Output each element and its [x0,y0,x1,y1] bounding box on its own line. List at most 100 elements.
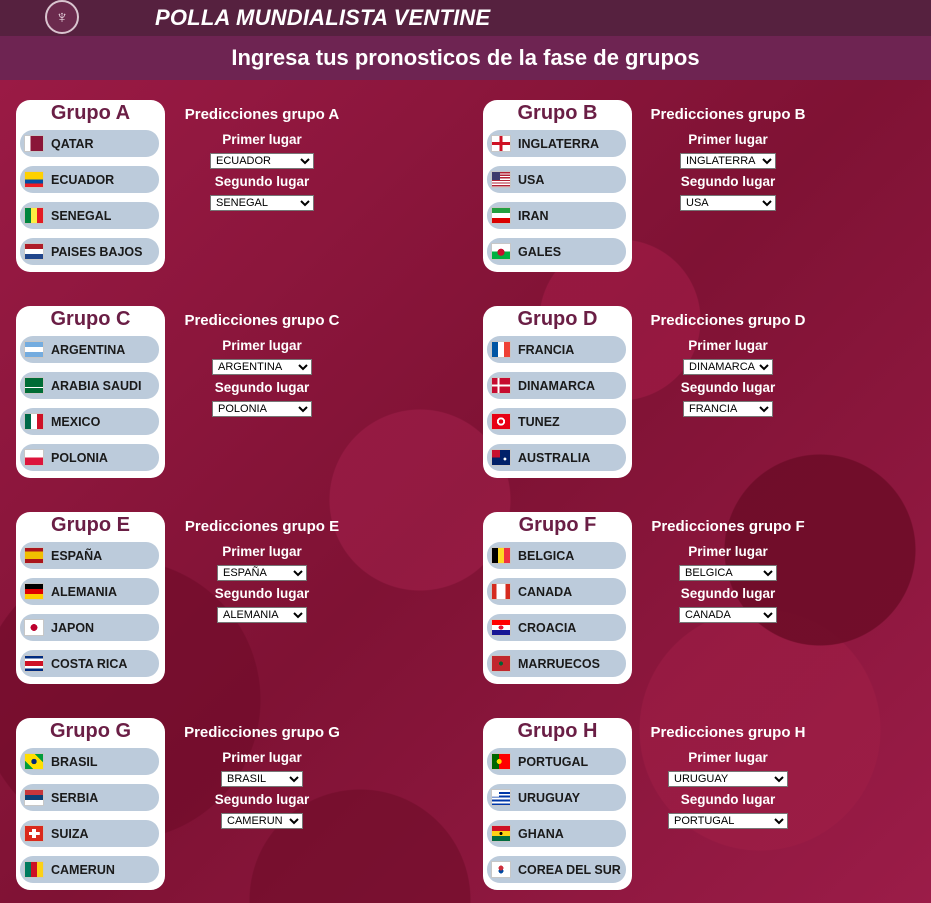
second-place-select[interactable]: ALEMANIA [217,607,307,623]
predictions-title: Predicciones grupo C [184,312,340,329]
team-row: IRAN [487,202,626,229]
second-place-label: Segundo lugar [680,380,776,395]
team-row: URUGUAY [487,784,626,811]
group-title: Grupo C [50,308,131,330]
second-place-label: Segundo lugar [214,792,310,807]
first-place-select[interactable]: ESPAÑA [217,565,307,581]
first-place-select[interactable]: DINAMARCA [683,359,773,375]
team-row: TUNEZ [487,408,626,435]
second-place-select[interactable]: FRANCIA [683,401,773,417]
team-name: CANADA [518,584,573,599]
uruguay-flag-icon [491,789,511,806]
second-place-select[interactable]: PORTUGAL [668,813,788,829]
team-row: INGLATERRA [487,130,626,157]
tunisia-flag-icon [491,413,511,430]
team-row: CAMERUN [20,856,159,883]
group-title: Grupo G [49,720,132,742]
team-row: GHANA [487,820,626,847]
team-row: ECUADOR [20,166,159,193]
team-row: COREA DEL SUR [487,856,626,883]
team-name: CAMERUN [51,862,115,877]
first-place-label: Primer lugar [222,544,302,559]
subtitle-bar: Ingresa tus pronosticos de la fase de gr… [0,36,931,80]
predictions-panel: Predicciones grupo C Primer lugar ARGENTIN… [172,312,352,417]
second-place-select[interactable]: CANADA [679,607,777,623]
team-row: COSTA RICA [20,650,159,677]
predictions-title: Predicciones grupo A [184,106,340,123]
group-card: Grupo A QATAR ECUADOR SENEGAL PAISES BAJOS [16,100,165,272]
denmark-flag-icon [491,377,511,394]
predictions-panel: Predicciones grupo B Primer lugar INGLATER… [638,106,818,211]
team-name: BRASIL [51,754,98,769]
first-place-select[interactable]: INGLATERRA [680,153,776,169]
germany-flag-icon [24,583,44,600]
second-place-label: Segundo lugar [680,174,776,189]
first-place-select[interactable]: BRASIL [221,771,303,787]
team-name: PAISES BAJOS [51,244,143,259]
predictions-panel: Predicciones grupo D Primer lugar DINAMARC… [638,312,818,417]
serbia-flag-icon [24,789,44,806]
team-name: AUSTRALIA [518,450,591,465]
team-name: ESPAÑA [51,548,103,563]
top-bar: ♆ POLLA MUNDIALISTA VENTINE [0,0,931,36]
group-card: Grupo E ESPAÑA ALEMANIA JAPON COSTA RICA [16,512,165,684]
first-place-select[interactable]: BELGICA [679,565,777,581]
team-row: FRANCIA [487,336,626,363]
second-place-select[interactable]: CAMERUN [221,813,303,829]
spain-flag-icon [24,547,44,564]
team-row: CANADA [487,578,626,605]
team-row: DINAMARCA [487,372,626,399]
second-place-label: Segundo lugar [680,586,776,601]
brazil-flag-icon [24,753,44,770]
mexico-flag-icon [24,413,44,430]
ghana-flag-icon [491,825,511,842]
australia-flag-icon [491,449,511,466]
ecuador-flag-icon [24,171,44,188]
first-place-select[interactable]: ARGENTINA [212,359,312,375]
team-row: PORTUGAL [487,748,626,775]
costa-rica-flag-icon [24,655,44,672]
team-name: GHANA [518,826,564,841]
japan-flag-icon [24,619,44,636]
second-place-select[interactable]: SENEGAL [210,195,314,211]
group-title: Grupo F [518,514,597,536]
group-card: Grupo F BELGICA CANADA CROACIA MARRUECOS [483,512,632,684]
team-row: BELGICA [487,542,626,569]
first-place-select[interactable]: URUGUAY [668,771,788,787]
predictions-panel: Predicciones grupo A Primer lugar ECUADOR S… [172,106,352,211]
iran-flag-icon [491,207,511,224]
first-place-select[interactable]: ECUADOR [210,153,314,169]
second-place-label: Segundo lugar [214,380,310,395]
team-row: PAISES BAJOS [20,238,159,265]
group-card: Grupo G BRASIL SERBIA SUIZA CAMERUN [16,718,165,890]
team-row: ALEMANIA [20,578,159,605]
team-name: IRAN [518,208,549,223]
page-subtitle: Ingresa tus pronosticos de la fase de gr… [231,45,700,70]
team-name: QATAR [51,136,94,151]
logo-icon: ♆ [45,0,79,34]
team-row: ARGENTINA [20,336,159,363]
first-place-label: Primer lugar [688,338,768,353]
saudi-arabia-flag-icon [24,377,44,394]
team-name: PORTUGAL [518,754,589,769]
predictions-title: Predicciones grupo G [184,724,340,741]
team-row: POLONIA [20,444,159,471]
team-row: JAPON [20,614,159,641]
team-name: POLONIA [51,450,108,465]
group-title: Grupo E [51,514,130,536]
team-name: ALEMANIA [51,584,117,599]
team-row: MARRUECOS [487,650,626,677]
predictions-panel: Predicciones grupo F Primer lugar BELGICA S… [638,518,818,623]
predictions-title: Predicciones grupo E [184,518,340,535]
second-place-select[interactable]: POLONIA [212,401,312,417]
team-name: JAPON [51,620,95,635]
team-name: SERBIA [51,790,99,805]
predictions-panel: Predicciones grupo H Primer lugar URUGUAY S… [638,724,818,829]
team-name: ARGENTINA [51,342,126,357]
team-row: SUIZA [20,820,159,847]
second-place-label: Segundo lugar [214,174,310,189]
poland-flag-icon [24,449,44,466]
predictions-title: Predicciones grupo D [650,312,806,329]
team-name: URUGUAY [518,790,581,805]
second-place-select[interactable]: USA [680,195,776,211]
